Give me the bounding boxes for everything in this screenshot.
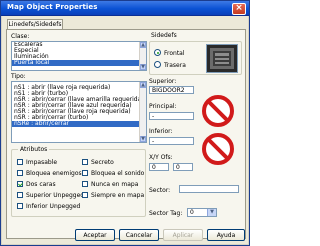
scroll-down-icon[interactable]: ▼ (140, 64, 146, 70)
frontal-label: Frontal (164, 50, 185, 57)
atributos-group: Atributos Impasable Secreto Bloquea enem… (11, 146, 146, 217)
tab-panel: Clase: Escaleras Especial Iluminación Pu… (6, 29, 246, 239)
bloquea-enemigos-label: Bloquea enemigos (26, 170, 82, 177)
no-texture-icon (202, 95, 234, 127)
clase-item-puerta-local[interactable]: Puerta local (12, 60, 146, 66)
siempre-en-mapa-label: Siempre en mapa (91, 192, 145, 199)
sidedefs-legend: Sidedefs (149, 32, 179, 39)
superior-texture-preview[interactable] (206, 44, 238, 73)
scroll-up-icon[interactable]: ▲ (140, 42, 146, 48)
clase-scrollbar[interactable]: ▲ ▼ (139, 42, 146, 70)
inferior-unpegged-label: Inferior Unpegged (26, 203, 81, 210)
trasera-radio[interactable] (154, 61, 161, 68)
door-texture-icon (207, 45, 237, 72)
sector-tag-label: Sector Tag: (149, 210, 183, 217)
sector-field[interactable] (179, 185, 239, 193)
principal-texture-preview[interactable] (202, 95, 234, 127)
title-bar[interactable]: Map Object Properties × (1, 1, 249, 16)
clase-listbox[interactable]: Escaleras Especial Iluminación Puerta lo… (11, 41, 147, 71)
bloquea-sonido-label: Bloquea el sonido (91, 170, 145, 177)
tipo-item-selected[interactable]: nSRe : abrir/cerrar (12, 121, 146, 127)
window-title: Map Object Properties (7, 3, 98, 11)
secreto-checkbox[interactable] (82, 159, 88, 165)
y-offset-field[interactable]: 0 (173, 163, 193, 171)
trasera-label: Trasera (164, 62, 186, 69)
atributos-legend: Atributos (18, 146, 50, 153)
inferior-texture-preview[interactable] (202, 133, 234, 165)
superior-unpegged-label: Superior Unpegged (26, 192, 85, 199)
close-button[interactable]: × (232, 3, 246, 15)
chevron-down-icon[interactable]: ▼ (207, 209, 216, 216)
dos-caras-checkbox[interactable] (17, 181, 23, 187)
siempre-en-mapa-checkbox[interactable] (82, 192, 88, 198)
sector-tag-select[interactable]: 0 ▼ (187, 208, 217, 217)
dos-caras-label: Dos caras (26, 181, 56, 188)
dialog-window: Map Object Properties × Linedefs/Sidedef… (0, 0, 250, 246)
tab-strip: Linedefs/Sidedefs (7, 19, 245, 30)
cancel-button[interactable]: Cancelar (119, 229, 159, 241)
nunca-en-mapa-label: Nunca en mapa (91, 181, 139, 188)
scroll-down-icon[interactable]: ▼ (140, 136, 146, 142)
impasable-checkbox[interactable] (17, 159, 23, 165)
principal-texture-field[interactable]: - (149, 112, 194, 120)
secreto-label: Secreto (91, 159, 114, 166)
inferior-unpegged-checkbox[interactable] (17, 203, 23, 209)
help-button[interactable]: Ayuda (207, 229, 245, 241)
impasable-label: Impasable (26, 159, 58, 166)
tipo-listbox[interactable]: nS1 : abrir (llave roja requerida) nS1 :… (11, 81, 147, 143)
bloquea-sonido-checkbox[interactable] (82, 170, 88, 176)
sector-tag-value: 0 (190, 209, 194, 216)
superior-label: Superior: (149, 78, 177, 85)
apply-button[interactable]: Aplicar (163, 229, 203, 241)
accept-button[interactable]: Aceptar (75, 229, 115, 241)
inferior-label: Inferior: (149, 128, 173, 135)
superior-texture-field[interactable]: BIGDOOR2 (149, 86, 194, 94)
inferior-texture-field[interactable]: - (149, 137, 194, 145)
sector-label: Sector: (149, 187, 171, 194)
nunca-en-mapa-checkbox[interactable] (82, 181, 88, 187)
tipo-label: Tipo: (11, 73, 26, 80)
superior-unpegged-checkbox[interactable] (17, 192, 23, 198)
no-texture-icon (202, 133, 234, 165)
xy-offset-label: X/Y Ofs: (149, 154, 173, 161)
bloquea-enemigos-checkbox[interactable] (17, 170, 23, 176)
sidedefs-group: Sidedefs Frontal Trasera (149, 32, 242, 75)
x-offset-field[interactable]: 0 (149, 163, 169, 171)
frontal-radio[interactable] (154, 49, 161, 56)
clase-label: Clase: (11, 33, 30, 40)
tipo-scrollbar[interactable]: ▲ ▼ (139, 82, 146, 142)
scroll-up-icon[interactable]: ▲ (140, 82, 146, 88)
close-icon: × (235, 3, 243, 13)
principal-label: Principal: (149, 103, 177, 110)
